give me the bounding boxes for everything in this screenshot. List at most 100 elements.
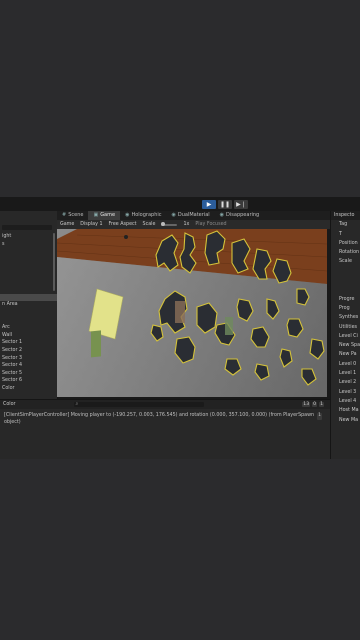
tab-label: Disappearing (226, 212, 260, 218)
inspector-row[interactable]: T (331, 230, 360, 239)
painting-frame (175, 301, 185, 323)
hierarchy-item[interactable]: Arc (0, 324, 57, 332)
scene-icon: # (62, 212, 67, 218)
hierarchy-panel: ight s n Area Arc Wall Sector 1 Sector 2 Sector… (0, 211, 58, 399)
hierarchy-item[interactable]: Sector 4 (0, 362, 57, 370)
warning-count-badge[interactable]: 13 (302, 402, 311, 407)
play-focused-dropdown[interactable]: Play Focused (195, 222, 226, 227)
tab-label: DualMaterial (177, 212, 210, 218)
scene-tab-bar: # Scene ▣ Game ◉ Holographic ◉ DualMaterial … (57, 211, 330, 220)
hierarchy-item[interactable] (0, 248, 57, 256)
inspector-row[interactable]: Tag (331, 220, 360, 229)
inspector-row[interactable]: Level Ci (331, 332, 360, 341)
scale-value: 1x (183, 222, 190, 227)
inspector-row[interactable]: Host Ma (331, 406, 360, 415)
play-icon: ▶ (206, 201, 212, 208)
console-counters: 13 0 1 (302, 402, 324, 407)
error-count-badge[interactable]: 0 (312, 402, 318, 407)
display-dropdown[interactable]: Display 1 (80, 222, 102, 227)
hierarchy-item[interactable]: ight (0, 233, 57, 241)
inspector-panel: Inspecto Tag T Position Rotation Scale Progre… (330, 211, 360, 459)
shader-icon: ◉ (219, 212, 225, 218)
hierarchy-list: ight s n Area Arc Wall Sector 1 Sector 2 Sector… (0, 233, 57, 392)
game-render (57, 229, 327, 397)
inspector-row[interactable]: New Pa (331, 350, 360, 359)
hierarchy-item[interactable] (0, 256, 57, 264)
scale-label: Scale (142, 222, 156, 227)
inspector-row[interactable]: Level 4 (331, 397, 360, 406)
inspector-row[interactable]: New Spa (331, 341, 360, 350)
inspector-row[interactable]: Progre (331, 295, 360, 304)
inspector-row[interactable] (331, 285, 360, 294)
tab-game[interactable]: ▣ Game (88, 211, 121, 220)
hierarchy-item[interactable] (0, 271, 57, 279)
log-entry-count: 1 (317, 413, 322, 420)
hierarchy-item[interactable] (0, 263, 57, 271)
inspector-row[interactable]: New Ma (331, 416, 360, 425)
scale-slider[interactable] (161, 222, 178, 226)
inspector-row[interactable]: Level 0 (331, 360, 360, 369)
console-options-dropdown[interactable]: Color (3, 402, 16, 407)
log-message-line: [ClientSimPlayerController] Moving playe… (4, 413, 315, 418)
inspector-row[interactable]: Synthes (331, 313, 360, 322)
inspector-row[interactable]: Utilities (331, 323, 360, 332)
game-mode-dropdown[interactable]: Game (60, 222, 74, 227)
tab-dualmaterial[interactable]: ◉ DualMaterial (167, 211, 215, 220)
hierarchy-item[interactable]: Wall (0, 332, 57, 340)
inspector-row[interactable]: Level 3 (331, 388, 360, 397)
hierarchy-item[interactable]: Sector 3 (0, 355, 57, 363)
inspector-title[interactable]: Inspecto (331, 211, 360, 221)
inspector-row[interactable]: Position (331, 239, 360, 248)
inspector-row[interactable]: Scale (331, 257, 360, 266)
console-panel: Color ⌕ 13 0 1 [ClientSimPlayerControlle… (0, 399, 330, 459)
step-icon: ▶❘ (236, 201, 246, 208)
pause-button[interactable]: ❚❚ (218, 200, 232, 209)
inspector-row[interactable]: Level 2 (331, 378, 360, 387)
hierarchy-item[interactable] (0, 293, 57, 302)
unity-editor-window: ▶ ❚❚ ▶❘ ight s n Area Arc Wall Sector 1 Sector… (0, 197, 360, 459)
log-message-line: object) (4, 419, 21, 425)
tab-label: Scene (68, 212, 84, 218)
hierarchy-search-field[interactable] (2, 225, 52, 230)
hierarchy-item[interactable] (0, 279, 57, 287)
hierarchy-item[interactable]: Color (0, 385, 57, 393)
game-icon: ▣ (93, 212, 99, 218)
aspect-dropdown[interactable]: Free Aspect (109, 222, 137, 227)
game-viewport[interactable] (57, 229, 327, 397)
search-icon: ⌕ (75, 400, 79, 407)
main-toolbar: ▶ ❚❚ ▶❘ (0, 197, 360, 211)
green-post (91, 330, 101, 358)
lamp-object (124, 235, 128, 239)
play-controls: ▶ ❚❚ ▶❘ (202, 200, 248, 209)
hierarchy-item[interactable]: n Area (0, 301, 57, 309)
hierarchy-item[interactable]: Sector 2 (0, 347, 57, 355)
console-toolbar: Color ⌕ 13 0 1 (0, 400, 330, 409)
console-log-entry[interactable]: [ClientSimPlayerController] Moving playe… (0, 409, 330, 434)
hierarchy-item[interactable] (0, 309, 57, 317)
shader-icon: ◉ (171, 212, 176, 218)
inspector-row[interactable] (331, 267, 360, 276)
hierarchy-item[interactable] (0, 286, 57, 294)
painting-frame (225, 317, 233, 335)
inspector-row[interactable]: Level 1 (331, 369, 360, 378)
tab-scene[interactable]: # Scene (57, 211, 88, 220)
hierarchy-item[interactable]: Sector 6 (0, 377, 57, 385)
tab-disappearing[interactable]: ◉ Disappearing (215, 211, 265, 220)
hierarchy-item[interactable] (0, 317, 57, 325)
game-view-toolbar: Game Display 1 Free Aspect Scale 1x Play… (57, 220, 330, 229)
log-count-badge[interactable]: 1 (319, 402, 324, 407)
tab-label: Holographic (131, 212, 162, 218)
console-search-input[interactable]: ⌕ (73, 400, 204, 407)
inspector-row[interactable] (331, 276, 360, 285)
tab-holographic[interactable]: ◉ Holographic (120, 211, 166, 220)
inspector-fields: Tag T Position Rotation Scale Progre Prog Synth… (331, 220, 360, 425)
hierarchy-item[interactable]: Sector 5 (0, 370, 57, 378)
tab-label: Game (100, 212, 116, 218)
hierarchy-item[interactable]: Sector 1 (0, 339, 57, 347)
hierarchy-item[interactable]: s (0, 241, 57, 249)
hierarchy-scrollbar[interactable] (53, 233, 55, 291)
inspector-row[interactable]: Rotation (331, 248, 360, 257)
inspector-row[interactable]: Prog (331, 304, 360, 313)
play-button[interactable]: ▶ (202, 200, 216, 209)
step-button[interactable]: ▶❘ (234, 200, 248, 209)
